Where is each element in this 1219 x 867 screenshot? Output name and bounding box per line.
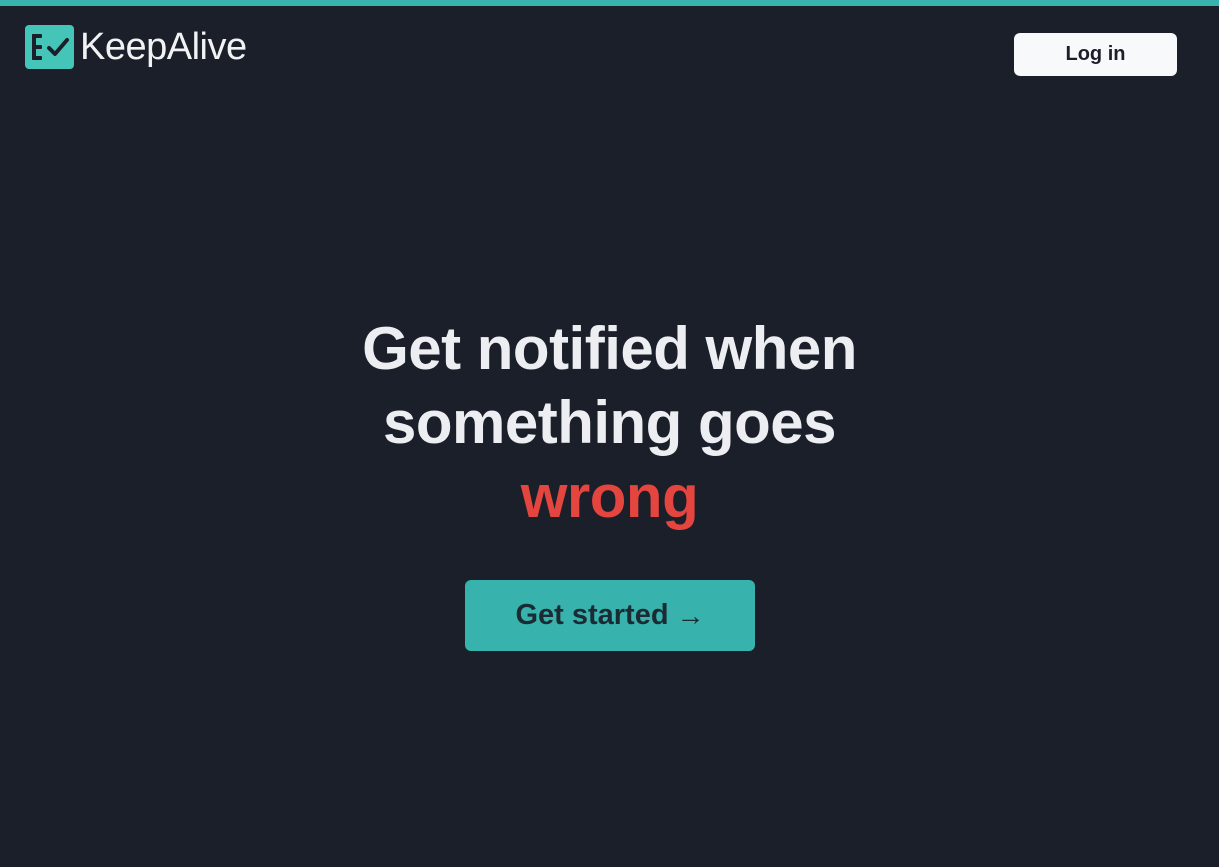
login-button[interactable]: Log in: [1014, 33, 1177, 76]
headline-line-2: something goes: [382, 389, 837, 456]
checklist-icon: [25, 25, 74, 69]
hero-headline: Get notified when something goes wrong: [0, 312, 1219, 534]
get-started-button[interactable]: Get started →: [465, 580, 755, 651]
headline-line-1: Get notified when: [362, 315, 857, 382]
brand-logo[interactable]: KeepAlive: [25, 25, 247, 69]
top-accent-bar: [0, 0, 1219, 6]
brand-name: KeepAlive: [80, 26, 247, 68]
arrow-right-icon: →: [676, 599, 705, 631]
headline-highlight: wrong: [520, 463, 699, 530]
hero-section: Get notified when something goes wrong: [0, 312, 1219, 534]
get-started-label: Get started: [515, 599, 669, 631]
